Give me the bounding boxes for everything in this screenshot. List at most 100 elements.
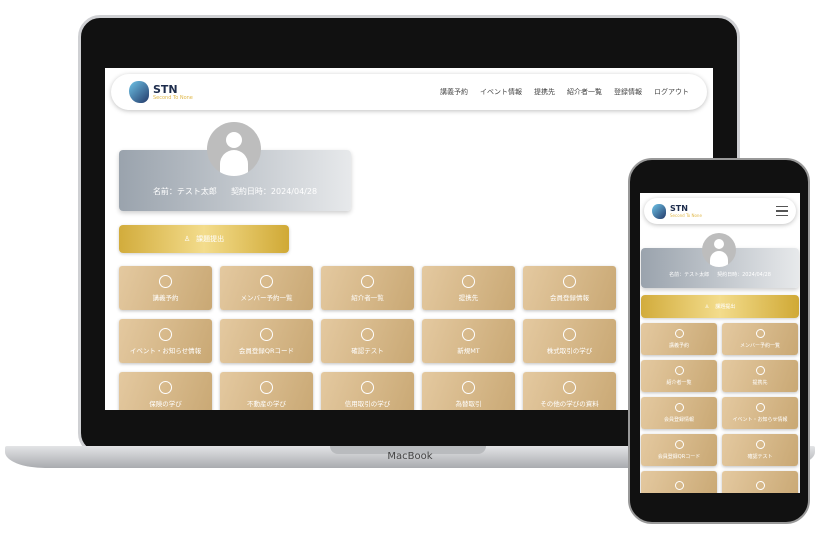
user-circle-icon: [674, 440, 684, 449]
nav-link[interactable]: 提携先: [534, 87, 555, 97]
menu-tile[interactable]: 紹介者一覧: [321, 266, 414, 310]
document-icon: [462, 327, 475, 341]
menu-tile[interactable]: メンバー予約一覧: [220, 266, 313, 310]
brand-tagline: Second To None: [670, 212, 702, 218]
tile-label: 会員登録QRコード: [657, 454, 701, 460]
submit-assignment-button[interactable]: ♙ 課題提出: [641, 295, 799, 318]
menu-tile[interactable]: イベント・お知らせ情報: [722, 397, 798, 429]
menu-tile[interactable]: 講義予約: [641, 323, 717, 355]
house-icon: [159, 380, 172, 394]
chart-icon: [755, 480, 765, 490]
contract-date: 契約日時：2024/04/28: [230, 187, 318, 196]
clock-check-icon: [674, 329, 684, 338]
menu-tile[interactable]: メンバー予約一覧: [722, 323, 798, 355]
menu-tile[interactable]: 信用取引の学び: [321, 372, 414, 410]
tile-label: 会員登録情報: [663, 417, 694, 423]
profile-name: 名前：テスト太郎: [669, 272, 710, 278]
tile-label: 保険の学び: [149, 399, 182, 408]
brand-tagline: Second To None: [153, 94, 193, 101]
menu-tile[interactable]: 紹介者一覧: [641, 360, 717, 392]
submit-label: 課題提出: [715, 304, 736, 310]
tile-label: 確認テスト: [351, 346, 384, 355]
chat-icon: [159, 327, 172, 341]
tile-label: 新規MT: [457, 346, 480, 355]
users-icon: [674, 366, 684, 375]
award-icon: ♙: [183, 235, 191, 243]
brand-name: STN: [153, 82, 178, 96]
tile-label: 講義予約: [668, 343, 689, 349]
tile-label: イベント・お知らせ情報: [129, 346, 202, 355]
nav-link[interactable]: イベント情報: [480, 87, 522, 97]
nav-link[interactable]: 講義予約: [440, 87, 468, 97]
tile-label: メンバー予約一覧: [739, 343, 780, 349]
menu-tile[interactable]: 株式取引の学び: [523, 319, 616, 363]
avatar: [702, 233, 736, 267]
menu-tile[interactable]: 確認テスト: [722, 434, 798, 466]
tile-label: 講義予約: [152, 293, 179, 302]
menu-tile[interactable]: 提携先: [722, 360, 798, 392]
tile-label: メンバー予約一覧: [240, 293, 293, 302]
chat-icon: [755, 403, 765, 412]
document-icon: [674, 480, 684, 490]
menu-tile[interactable]: 提携先: [422, 266, 515, 310]
chart-icon: [563, 327, 576, 341]
brand-name: STN: [670, 203, 688, 213]
users-icon: [361, 274, 374, 288]
piggy-bank-icon: [361, 380, 374, 394]
menu-tile[interactable]: イベント・お知らせ情報: [119, 319, 212, 363]
nav-link[interactable]: ログアウト: [654, 87, 689, 97]
contract-date: 契約日時：2024/04/28: [717, 272, 771, 278]
user-circle-icon: [260, 327, 273, 341]
menu-tile[interactable]: 会員登録QRコード: [220, 319, 313, 363]
tile-label: その他の学びの資料: [540, 399, 599, 408]
tile-label: 紹介者一覧: [351, 293, 384, 302]
menu-tile[interactable]: 不動産の学び: [220, 372, 313, 410]
logo-icon: [129, 81, 149, 103]
award-icon: ♙: [704, 303, 710, 310]
document-icon: [755, 440, 765, 449]
menu-tile[interactable]: 会員登録情報: [641, 397, 717, 429]
nav-link[interactable]: 紹介者一覧: [567, 87, 602, 97]
menu-tile[interactable]: [641, 471, 717, 493]
tile-label: 不動産の学び: [247, 399, 286, 408]
tile-label: 株式取引の学び: [546, 346, 593, 355]
menu-tile[interactable]: 会員登録情報: [523, 266, 616, 310]
submit-label: 課題提出: [196, 235, 225, 243]
handshake-icon: [462, 380, 475, 394]
tile-label: 会員登録情報: [550, 293, 589, 302]
menu-tile[interactable]: 保険の学び: [119, 372, 212, 410]
submit-assignment-button[interactable]: ♙ 課題提出: [119, 225, 289, 253]
tile-label: 紹介者一覧: [666, 380, 692, 386]
tile-label: 確認テスト: [747, 454, 773, 460]
menu-tile[interactable]: その他の学びの資料: [523, 372, 616, 410]
menu-tile[interactable]: 為替取引: [422, 372, 515, 410]
menu-tile[interactable]: [722, 471, 798, 493]
menu-tile[interactable]: 新規MT: [422, 319, 515, 363]
navbar: STN Second To None 講義予約 イベント情報 提携先 紹介者一覧 登録情報…: [111, 74, 707, 110]
avatar: [207, 122, 261, 176]
menu-tile[interactable]: 確認テスト: [321, 319, 414, 363]
hamburger-menu-icon[interactable]: [776, 205, 788, 217]
tile-label: 信用取引の学び: [344, 399, 391, 408]
building-icon: [260, 380, 273, 394]
logo-icon: [652, 203, 666, 219]
phone-logo[interactable]: STN Second To None: [652, 203, 702, 219]
tile-label: 為替取引: [455, 399, 482, 408]
tile-label: 会員登録QRコード: [238, 346, 295, 355]
profile-name: 名前：テスト太郎: [152, 187, 217, 196]
globe-icon: [755, 366, 765, 375]
phone-navbar: STN Second To None: [644, 198, 796, 224]
laptop-screen: STN Second To None 講義予約 イベント情報 提携先 紹介者一覧 登録情報…: [105, 68, 713, 410]
tile-label: 提携先: [752, 380, 768, 386]
tile-label: イベント・お知らせ情報: [732, 417, 788, 423]
nav-link[interactable]: 登録情報: [614, 87, 642, 97]
document-icon: [361, 327, 374, 341]
clock-check-icon: [159, 274, 172, 288]
user-circle-icon: [674, 403, 684, 412]
clock-check-icon: [260, 274, 273, 288]
menu-tile[interactable]: 会員登録QRコード: [641, 434, 717, 466]
logo[interactable]: STN Second To None: [129, 81, 193, 103]
menu-tile[interactable]: 講義予約: [119, 266, 212, 310]
phone-screen: STN Second To None 名前：テスト太郎 契約日時：2024/04/…: [640, 193, 800, 493]
user-circle-icon: [563, 274, 576, 288]
